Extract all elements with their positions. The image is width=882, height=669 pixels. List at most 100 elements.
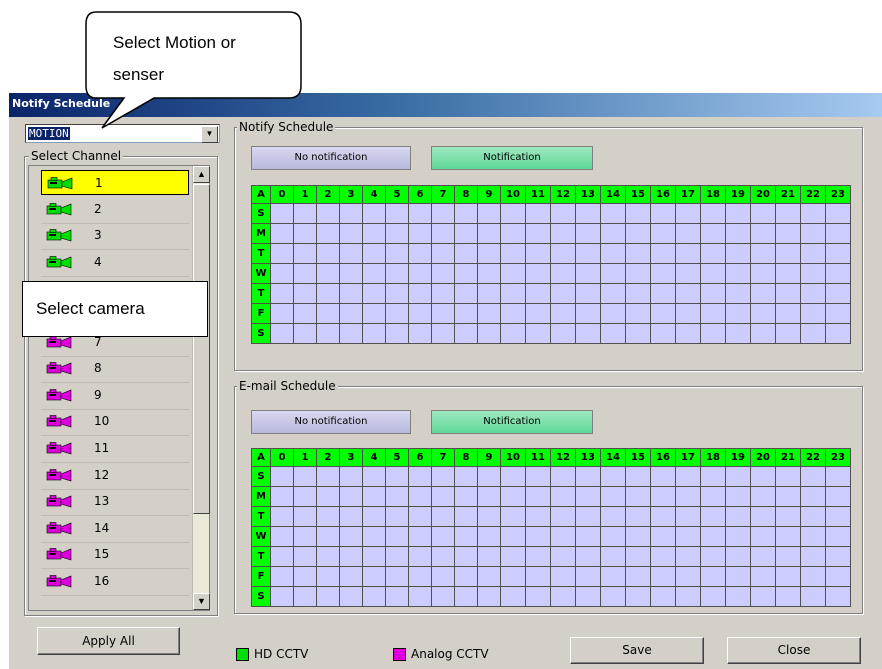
notify-schedule-cell[interactable]: [408, 323, 432, 344]
email-grid-corner[interactable]: A: [251, 448, 271, 467]
notify-schedule-cell[interactable]: [600, 263, 626, 284]
notify-schedule-cell[interactable]: [293, 203, 317, 224]
notify-notification-button[interactable]: Notification: [431, 146, 593, 170]
email-schedule-cell[interactable]: [600, 586, 626, 607]
email-schedule-cell[interactable]: [800, 486, 826, 507]
notify-hour-header[interactable]: 11: [525, 185, 551, 204]
notify-hour-header[interactable]: 4: [362, 185, 386, 204]
email-hour-header[interactable]: 21: [775, 448, 801, 467]
notify-schedule-cell[interactable]: [725, 243, 751, 264]
email-schedule-cell[interactable]: [650, 466, 676, 487]
email-schedule-cell[interactable]: [825, 586, 851, 607]
notify-schedule-cell[interactable]: [408, 203, 432, 224]
email-schedule-cell[interactable]: [454, 566, 478, 587]
email-schedule-cell[interactable]: [500, 526, 526, 547]
email-hour-header[interactable]: 22: [800, 448, 826, 467]
email-schedule-cell[interactable]: [454, 466, 478, 487]
email-schedule-cell[interactable]: [825, 526, 851, 547]
notify-hour-header[interactable]: 22: [800, 185, 826, 204]
email-schedule-cell[interactable]: [500, 506, 526, 527]
email-schedule-cell[interactable]: [700, 506, 726, 527]
email-schedule-cell[interactable]: [408, 546, 432, 567]
notify-schedule-cell[interactable]: [550, 283, 576, 304]
notify-hour-header[interactable]: 2: [316, 185, 340, 204]
notify-schedule-cell[interactable]: [775, 283, 801, 304]
notify-schedule-grid[interactable]: A 0 1 2 3 4 5 6 7 8 9 10 11 12 13 14 15 16 17 18 19 20 21 22 23 S…: [251, 185, 851, 344]
email-schedule-cell[interactable]: [525, 526, 551, 547]
email-schedule-cell[interactable]: [316, 546, 340, 567]
email-day-header[interactable]: T: [251, 546, 271, 567]
notify-schedule-cell[interactable]: [750, 223, 776, 244]
email-schedule-cell[interactable]: [408, 466, 432, 487]
email-schedule-cell[interactable]: [454, 506, 478, 527]
channel-item[interactable]: 14: [41, 516, 189, 543]
notify-schedule-cell[interactable]: [625, 303, 651, 324]
notify-schedule-cell[interactable]: [575, 223, 601, 244]
email-schedule-cell[interactable]: [575, 466, 601, 487]
email-day-header[interactable]: W: [251, 526, 271, 547]
notify-schedule-cell[interactable]: [800, 303, 826, 324]
notify-schedule-cell[interactable]: [431, 303, 455, 324]
notify-hour-header[interactable]: 8: [454, 185, 478, 204]
email-schedule-cell[interactable]: [750, 526, 776, 547]
notify-schedule-cell[interactable]: [525, 263, 551, 284]
notify-schedule-cell[interactable]: [675, 223, 701, 244]
notify-schedule-cell[interactable]: [293, 263, 317, 284]
channel-item[interactable]: 11: [41, 436, 189, 463]
email-schedule-cell[interactable]: [775, 486, 801, 507]
notify-schedule-cell[interactable]: [550, 243, 576, 264]
notify-schedule-cell[interactable]: [408, 263, 432, 284]
email-schedule-cell[interactable]: [454, 526, 478, 547]
notify-schedule-cell[interactable]: [675, 203, 701, 224]
notify-hour-header[interactable]: 16: [650, 185, 676, 204]
email-schedule-cell[interactable]: [454, 586, 478, 607]
notify-schedule-cell[interactable]: [800, 263, 826, 284]
notify-schedule-cell[interactable]: [408, 243, 432, 264]
notify-grid-corner[interactable]: A: [251, 185, 271, 204]
notify-schedule-cell[interactable]: [385, 243, 409, 264]
email-schedule-cell[interactable]: [270, 586, 294, 607]
notify-schedule-cell[interactable]: [825, 203, 851, 224]
email-schedule-cell[interactable]: [385, 466, 409, 487]
email-hour-header[interactable]: 4: [362, 448, 386, 467]
email-schedule-cell[interactable]: [293, 486, 317, 507]
email-schedule-cell[interactable]: [725, 586, 751, 607]
email-schedule-cell[interactable]: [575, 486, 601, 507]
notify-schedule-cell[interactable]: [825, 323, 851, 344]
email-schedule-cell[interactable]: [775, 466, 801, 487]
notify-schedule-cell[interactable]: [825, 263, 851, 284]
notify-day-header[interactable]: T: [251, 243, 271, 264]
notify-schedule-cell[interactable]: [385, 303, 409, 324]
notify-schedule-cell[interactable]: [500, 263, 526, 284]
email-schedule-cell[interactable]: [408, 486, 432, 507]
channel-item[interactable]: 9: [41, 383, 189, 410]
notify-schedule-cell[interactable]: [825, 303, 851, 324]
email-schedule-cell[interactable]: [675, 526, 701, 547]
email-schedule-cell[interactable]: [775, 586, 801, 607]
channel-scrollbar[interactable]: ▲ ▼: [192, 166, 210, 610]
notify-schedule-cell[interactable]: [625, 283, 651, 304]
notify-schedule-cell[interactable]: [362, 263, 386, 284]
email-schedule-cell[interactable]: [825, 466, 851, 487]
notify-schedule-cell[interactable]: [431, 323, 455, 344]
email-schedule-cell[interactable]: [385, 546, 409, 567]
notify-schedule-cell[interactable]: [575, 283, 601, 304]
notify-schedule-cell[interactable]: [525, 243, 551, 264]
notify-schedule-cell[interactable]: [800, 283, 826, 304]
notify-day-header[interactable]: F: [251, 303, 271, 324]
email-hour-header[interactable]: 12: [550, 448, 576, 467]
notify-schedule-cell[interactable]: [800, 323, 826, 344]
notify-schedule-cell[interactable]: [316, 323, 340, 344]
notify-schedule-cell[interactable]: [385, 223, 409, 244]
email-notification-button[interactable]: Notification: [431, 410, 593, 434]
email-schedule-cell[interactable]: [525, 506, 551, 527]
email-schedule-cell[interactable]: [675, 506, 701, 527]
email-schedule-cell[interactable]: [800, 586, 826, 607]
save-button[interactable]: Save: [570, 637, 704, 664]
close-button[interactable]: Close: [727, 637, 861, 664]
notify-schedule-cell[interactable]: [800, 243, 826, 264]
notify-schedule-cell[interactable]: [600, 323, 626, 344]
notify-schedule-cell[interactable]: [625, 203, 651, 224]
notify-schedule-cell[interactable]: [550, 223, 576, 244]
email-schedule-cell[interactable]: [650, 586, 676, 607]
